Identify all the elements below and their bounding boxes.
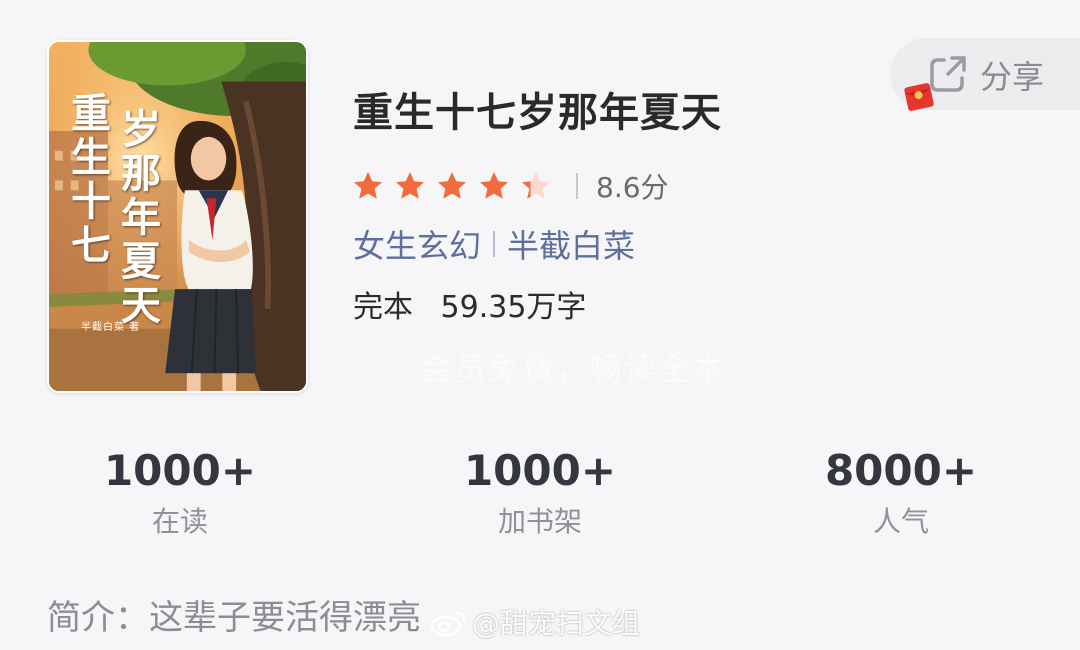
- red-packet-icon: [904, 83, 934, 111]
- meta-row: 女生玄幻 半截白菜: [353, 222, 635, 266]
- metric-popularity: 8000+ 人气: [781, 446, 1021, 542]
- metric-label: 加书架: [497, 505, 582, 538]
- book-cover[interactable]: 重生十七 岁那年夏天 半截白菜 著: [47, 40, 308, 393]
- cover-title-column-2: 岁那年夏天: [121, 106, 161, 329]
- meta-divider: [493, 231, 496, 257]
- star-icon: [522, 172, 550, 199]
- metric-value: 8000+: [824, 446, 978, 495]
- intro-label: 简介：: [47, 598, 149, 638]
- star-rating: [352, 170, 562, 202]
- share-label: 分享: [980, 58, 1045, 96]
- star-icon: [354, 172, 382, 199]
- star-icon: [396, 172, 424, 199]
- star-icon: [438, 172, 466, 199]
- status-text: 完本: [353, 290, 413, 325]
- author-link[interactable]: 半截白菜: [507, 221, 635, 267]
- intro-text: 这辈子要活得漂亮: [149, 598, 421, 638]
- weibo-icon: [430, 611, 466, 637]
- book-title: 重生十七岁那年夏天: [353, 90, 722, 136]
- member-free-promo[interactable]: 会员免费，畅读全本: [420, 344, 726, 390]
- cover-title-column-1: 重生十七: [71, 90, 111, 269]
- watermark: @甜宠扫文组: [430, 602, 640, 642]
- metric-reading: 1000+ 在读: [60, 446, 300, 542]
- score-text: 8.6分: [596, 171, 669, 204]
- metric-value: 1000+: [463, 446, 617, 495]
- rating-row: 8.6分: [352, 166, 669, 206]
- metric-value: 1000+: [103, 446, 257, 495]
- share-button[interactable]: 分享: [890, 38, 1080, 111]
- star-icon: [480, 172, 508, 199]
- cover-author-credit: 半截白菜 著: [81, 322, 141, 333]
- metric-label: 人气: [872, 505, 929, 538]
- book-stats: 完本 59.35万字: [353, 282, 586, 326]
- book-intro[interactable]: 简介：这辈子要活得漂亮: [47, 590, 421, 639]
- word-count: 59.35万字: [440, 290, 587, 325]
- rating-divider: [576, 173, 578, 199]
- watermark-text: @甜宠扫文组: [472, 607, 641, 640]
- category-link[interactable]: 女生玄幻: [353, 221, 481, 267]
- metric-bookshelf: 1000+ 加书架: [420, 446, 660, 542]
- metric-label: 在读: [151, 505, 208, 538]
